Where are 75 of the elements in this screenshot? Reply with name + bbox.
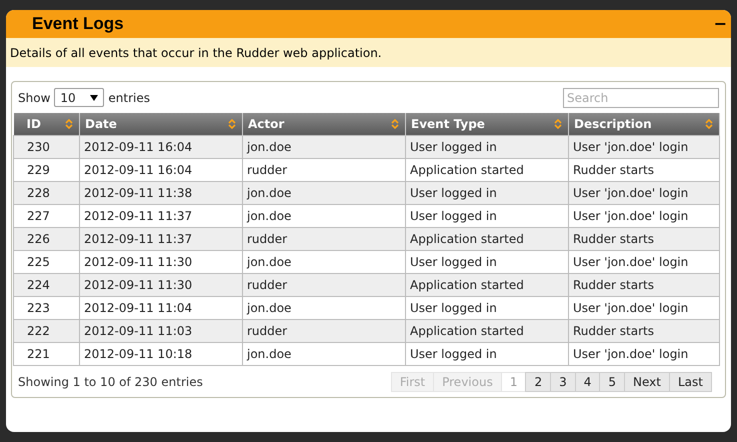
table-cell: Rudder starts bbox=[568, 227, 720, 250]
entries-label: entries bbox=[108, 90, 150, 106]
table-cell: 2012-09-11 11:30 bbox=[80, 273, 242, 296]
table-cell: 226 bbox=[14, 227, 80, 250]
table-cell: User 'jon.doe' login bbox=[568, 250, 720, 273]
table-cell: 222 bbox=[14, 319, 80, 342]
page-button[interactable]: 4 bbox=[574, 372, 600, 392]
table-cell: User logged in bbox=[406, 135, 568, 158]
table-cell: 229 bbox=[14, 158, 80, 181]
table-cell: 2012-09-11 10:18 bbox=[80, 342, 242, 365]
panel-description: Details of all events that occur in the Rudder web application. bbox=[10, 44, 382, 62]
table-cell: 228 bbox=[14, 181, 80, 204]
table-cell: rudder bbox=[242, 319, 406, 342]
table-cell: jon.doe bbox=[242, 250, 406, 273]
column-header[interactable]: ID bbox=[14, 113, 80, 135]
table-cell: 2012-09-11 11:37 bbox=[80, 204, 242, 227]
table-cell: User 'jon.doe' login bbox=[568, 181, 720, 204]
table-cell: User logged in bbox=[406, 181, 568, 204]
table-cell: User 'jon.doe' login bbox=[568, 342, 720, 365]
table-cell: 2012-09-11 11:04 bbox=[80, 296, 242, 319]
sort-icon bbox=[705, 119, 713, 129]
search-field[interactable]: Search bbox=[563, 88, 719, 108]
table-cell: Application started bbox=[406, 273, 568, 296]
table-cell: 225 bbox=[14, 250, 80, 273]
page-button[interactable]: 2 bbox=[525, 372, 552, 392]
table-info: Showing 1 to 10 of 230 entries bbox=[18, 374, 203, 390]
table-cell: 2012-09-11 11:38 bbox=[80, 181, 242, 204]
table-cell: User 'jon.doe' login bbox=[568, 204, 720, 227]
column-header[interactable]: Event Type bbox=[406, 113, 568, 135]
collapse-button[interactable]: − bbox=[714, 16, 727, 32]
page-button[interactable]: Last bbox=[669, 372, 712, 392]
page-button[interactable]: Next bbox=[624, 372, 670, 392]
table-cell: 2012-09-11 11:03 bbox=[80, 319, 242, 342]
column-header[interactable]: Date bbox=[80, 113, 242, 135]
table-cell: Application started bbox=[406, 319, 568, 342]
table-cell: User 'jon.doe' login bbox=[568, 296, 720, 319]
column-header[interactable]: Actor bbox=[242, 113, 406, 135]
sort-icon bbox=[228, 119, 236, 129]
table-cell: jon.doe bbox=[242, 204, 406, 227]
sort-icon bbox=[391, 119, 399, 129]
table-cell: 2012-09-11 11:37 bbox=[80, 227, 242, 250]
table-cell: 2012-09-11 16:04 bbox=[80, 158, 242, 181]
page-button[interactable]: 3 bbox=[550, 372, 576, 392]
sort-icon bbox=[65, 119, 73, 129]
table-cell: User 'jon.doe' login bbox=[568, 135, 720, 158]
table-cell: Rudder starts bbox=[568, 158, 720, 181]
table-cell: jon.doe bbox=[242, 181, 406, 204]
table-cell: 223 bbox=[14, 296, 80, 319]
table-cell: 2012-09-11 11:30 bbox=[80, 250, 242, 273]
table-cell: 2012-09-11 16:04 bbox=[80, 135, 242, 158]
table-cell: Application started bbox=[406, 227, 568, 250]
show-label: Show bbox=[18, 90, 50, 106]
table-cell: jon.doe bbox=[242, 135, 406, 158]
table-cell: Rudder starts bbox=[568, 319, 720, 342]
table-cell: rudder bbox=[242, 273, 406, 296]
table-cell: Application started bbox=[406, 158, 568, 181]
panel-title: Event Logs bbox=[32, 13, 124, 36]
table-cell: 221 bbox=[14, 342, 80, 365]
table-cell: jon.doe bbox=[242, 296, 406, 319]
table-cell: Rudder starts bbox=[568, 273, 720, 296]
page-button[interactable]: 5 bbox=[599, 372, 626, 392]
table-cell: User logged in bbox=[406, 250, 568, 273]
table-cell: jon.doe bbox=[242, 342, 406, 365]
table-cell: 230 bbox=[14, 135, 80, 158]
table-cell: User logged in bbox=[406, 204, 568, 227]
dropdown-icon bbox=[90, 94, 98, 100]
column-header[interactable]: Description bbox=[568, 113, 720, 135]
table-cell: 227 bbox=[14, 204, 80, 227]
table-cell: rudder bbox=[242, 227, 406, 250]
table-cell: rudder bbox=[242, 158, 406, 181]
table-cell: User logged in bbox=[406, 342, 568, 365]
entries-select[interactable]: 10 bbox=[54, 88, 104, 107]
table-cell: User logged in bbox=[406, 296, 568, 319]
sort-icon bbox=[554, 119, 562, 129]
table-cell: 224 bbox=[14, 273, 80, 296]
